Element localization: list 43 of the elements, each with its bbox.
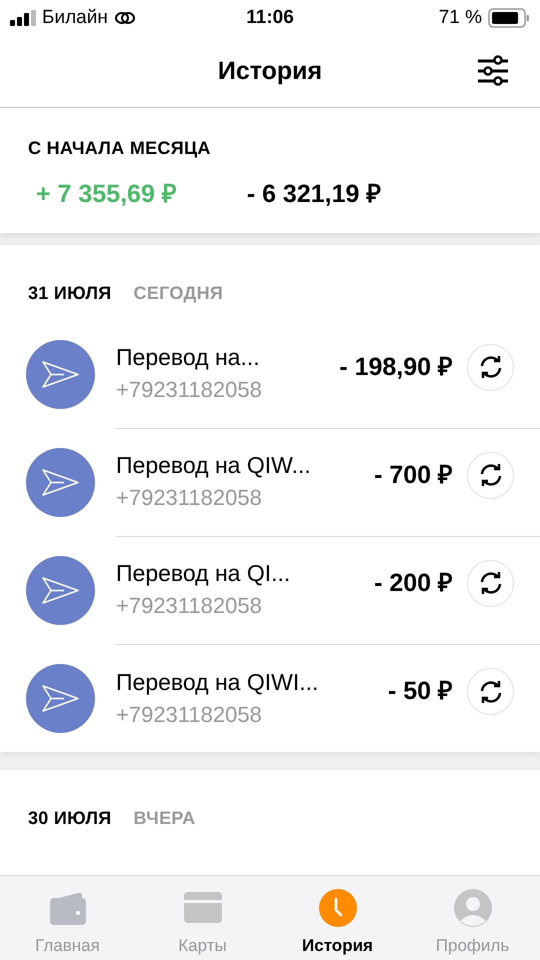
repeat-button[interactable]: [467, 560, 514, 606]
day-relative: ВЧЕРА: [134, 808, 196, 829]
paper-plane-icon: [26, 340, 95, 408]
carrier-name: Билайн: [42, 7, 108, 29]
transaction-phone: +79231182058: [116, 593, 263, 619]
card-icon: [184, 892, 222, 924]
transaction-amount: - 200 ₽: [374, 568, 453, 598]
link-icon: [114, 11, 136, 25]
person-icon: [454, 889, 492, 927]
day-date: 31 ИЮЛЯ: [28, 283, 112, 304]
screen-title: История: [218, 57, 322, 86]
transaction-amount: - 700 ₽: [374, 460, 453, 490]
tab-item[interactable]: Главная: [0, 876, 135, 960]
clock-time: 11:06: [246, 7, 294, 29]
transaction-phone: +79231182058: [116, 702, 263, 728]
battery-percent: 71 %: [438, 7, 482, 29]
battery-icon: [488, 8, 530, 28]
tab-item[interactable]: Карты: [135, 876, 270, 960]
transaction-title: Перевод на QIW...: [116, 452, 312, 479]
tab-item[interactable]: Профиль: [405, 876, 540, 960]
transaction-amount: - 198,90 ₽: [339, 352, 453, 382]
wallet-icon: [48, 890, 88, 926]
income-total: + 7 355,69 ₽: [36, 179, 177, 209]
signal-icon: [10, 10, 36, 26]
repeat-button[interactable]: [467, 452, 514, 498]
transaction-phone: +79231182058: [116, 377, 263, 403]
expense-total: - 6 321,19 ₽: [246, 179, 382, 209]
transaction-title: Перевод на QIWI...: [116, 668, 320, 696]
tab-item[interactable]: История: [270, 876, 405, 960]
day-date: 30 ИЮЛЯ: [28, 808, 112, 829]
transaction-amount: - 50 ₽: [388, 676, 453, 706]
repeat-button[interactable]: [467, 344, 514, 390]
transaction-phone: +79231182058: [116, 485, 263, 511]
transaction-title: Перевод на QI...: [116, 560, 292, 587]
paper-plane-icon: [26, 664, 95, 732]
day-relative: СЕГОДНЯ: [134, 283, 224, 304]
repeat-button[interactable]: [467, 668, 514, 715]
transaction-title: Перевод на...: [116, 344, 261, 371]
paper-plane-icon: [26, 448, 95, 516]
filter-button[interactable]: [476, 54, 510, 88]
clock-icon: [318, 889, 356, 927]
period-label: С НАЧАЛА МЕСЯЦА: [28, 138, 212, 159]
paper-plane-icon: [26, 556, 95, 624]
